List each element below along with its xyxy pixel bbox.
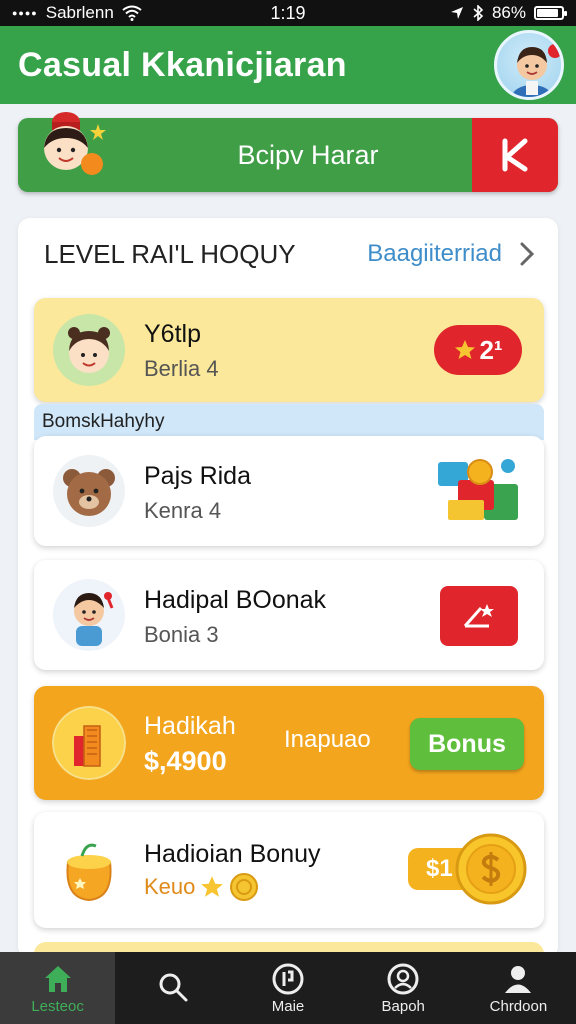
list-item[interactable]: Hadioian Bonuy Keuo $1 <box>34 812 544 928</box>
panel-title: LEVEL RAI'L HOQUY <box>44 238 296 269</box>
status-bar: ●●●● Sabrlenn 1:19 86% <box>0 0 576 26</box>
coin-label: $1 <box>426 855 453 882</box>
coin-stack-icon <box>52 706 126 780</box>
coin-icon <box>230 873 259 901</box>
promo-banner[interactable]: Bcipv Harar <box>18 112 558 192</box>
item-title: Pajs Rida <box>144 462 251 490</box>
wifi-icon <box>122 5 142 21</box>
nav-label: Chrdoon <box>489 997 548 1015</box>
item-subtitle: Kenra 4 <box>144 498 222 523</box>
star-badge[interactable]: 2¹ <box>434 325 522 375</box>
list-item[interactable]: Y6tlp Berlia 4 2¹ <box>34 298 544 402</box>
list-item[interactable]: Hadikah $,4900 Inapuao Bonus <box>34 686 544 800</box>
level-panel: LEVEL RAI'L HOQUY Baagiiterriad Y6tlp Be… <box>18 218 558 958</box>
medal-icon <box>272 963 304 994</box>
gift-bundle-icon <box>438 459 518 520</box>
chef-character-icon <box>44 112 106 175</box>
location-arrow-icon <box>450 7 463 19</box>
star-icon <box>201 876 224 897</box>
dollar-coin-icon <box>455 833 527 905</box>
nav-tab-search[interactable] <box>115 952 230 1024</box>
item-title: Hadioian Bonuy <box>144 840 321 868</box>
battery-percent: 86% <box>491 3 526 22</box>
list-item[interactable]: Hadipal BOonak Bonia 3 <box>34 560 544 670</box>
item-subtitle: Berlia 4 <box>144 356 219 381</box>
item-amount: $,4900 <box>144 746 227 776</box>
nav-tab-face[interactable]: Bapoh <box>346 952 461 1024</box>
app-header: Casual Kkanicjiaran <box>0 26 576 104</box>
face-icon <box>387 963 419 994</box>
nav-tab-home[interactable]: Lesteoc <box>0 952 116 1024</box>
item-subtitle: Keuo <box>144 874 196 899</box>
person-icon <box>505 965 532 993</box>
chevron-right-icon[interactable] <box>516 240 538 268</box>
nav-label: Bapoh <box>381 997 425 1015</box>
bluetooth-icon <box>473 5 484 21</box>
app-title: Casual Kkanicjiaran <box>18 45 347 84</box>
banner-text: Bcipv Harar <box>237 139 379 170</box>
signal-dots-icon: ●●●● <box>12 8 38 18</box>
list-item[interactable]: Pajs Rida Kenra 4 <box>34 436 544 546</box>
section-label: BomskHahyhy <box>42 411 165 432</box>
coin-reward[interactable]: $1 <box>408 830 528 910</box>
nav-tab-medal[interactable]: Maie <box>230 952 345 1024</box>
teddy-bear-icon <box>53 455 125 527</box>
nav-label: Maie <box>271 997 305 1015</box>
item-subtitle-row: Keuo <box>144 872 259 902</box>
angle-star-icon <box>463 604 494 628</box>
panel-header: LEVEL RAI'L HOQUY Baagiiterriad <box>44 236 542 272</box>
home-icon <box>44 965 71 992</box>
nav-label: Lesteoc <box>31 997 84 1015</box>
item-title: Hadikah <box>144 712 236 740</box>
girl-avatar-icon <box>53 314 125 386</box>
star-icon <box>455 340 476 359</box>
item-subtitle: Bonia 3 <box>144 622 219 647</box>
action-badge[interactable] <box>440 586 518 646</box>
item-title: Y6tlp <box>144 320 201 348</box>
k-arrow-icon <box>502 138 528 172</box>
section-header: BomskHahyhy <box>34 404 544 440</box>
status-time: 1:19 <box>270 2 306 23</box>
item-middle-text: Inapuao <box>284 726 371 753</box>
search-icon <box>159 973 188 1002</box>
boy-waving-icon <box>53 579 125 651</box>
bottom-nav: Lesteoc Maie Bapoh Chrdoon <box>0 952 576 1024</box>
character-avatar-icon <box>512 44 561 97</box>
carrier-name: Sabrlenn <box>45 3 114 22</box>
badge-value: 2¹ <box>479 334 503 365</box>
nav-tab-profile[interactable]: Chrdoon <box>461 952 576 1024</box>
banner-close-button[interactable] <box>472 118 558 192</box>
item-title: Hadipal BOonak <box>144 586 327 614</box>
panel-link[interactable]: Baagiiterriad <box>367 240 502 268</box>
bonus-button[interactable]: Bonus <box>410 718 524 770</box>
honey-pot-icon <box>66 843 112 902</box>
profile-avatar[interactable] <box>494 30 564 100</box>
battery-icon <box>534 6 567 20</box>
